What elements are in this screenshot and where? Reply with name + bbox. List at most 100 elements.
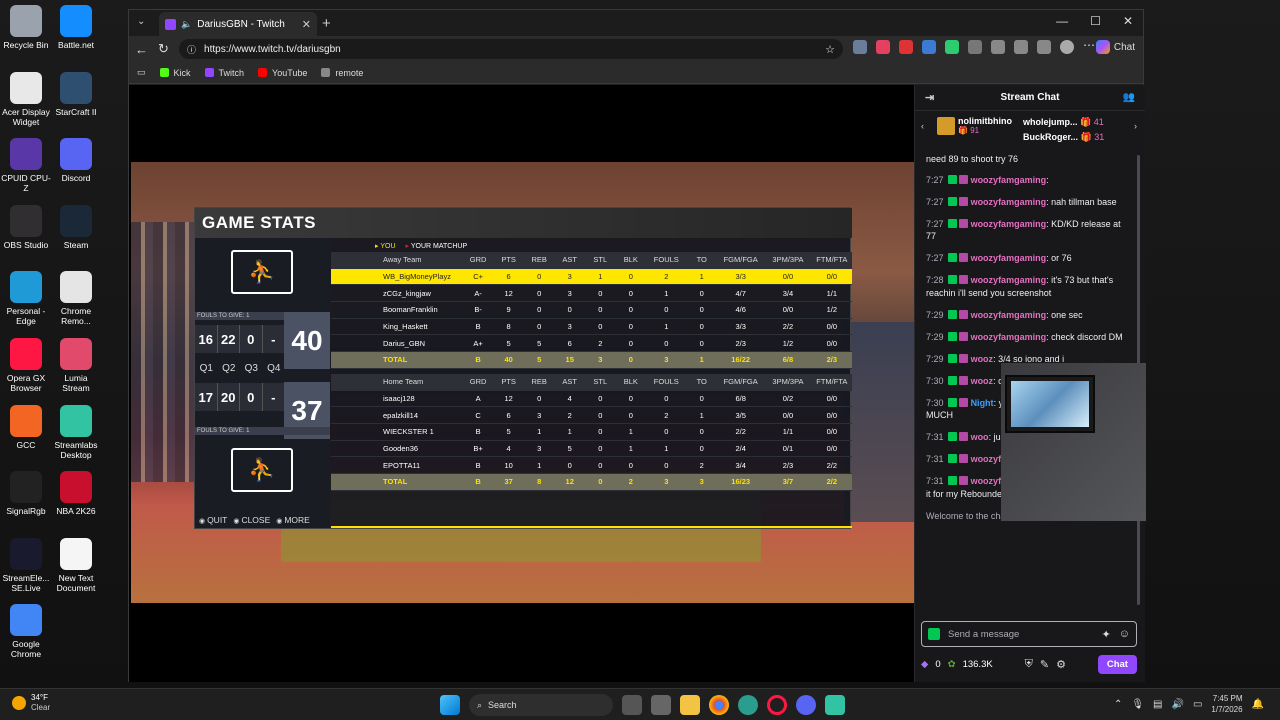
channel-points[interactable]: 136.3K — [963, 659, 993, 670]
network-icon[interactable]: ▤ — [1153, 699, 1162, 710]
taskbar-search[interactable]: ⌕ Search — [469, 694, 613, 716]
bookmark-remote[interactable]: remote — [321, 68, 363, 78]
pen-icon[interactable]: ✎ — [1040, 658, 1049, 671]
extension-icon[interactable] — [876, 40, 890, 54]
task-view-icon[interactable] — [622, 695, 642, 715]
more-button[interactable]: MORE — [276, 515, 310, 525]
extension-icon[interactable] — [945, 40, 959, 54]
desktop-icon[interactable]: Chrome Remo... — [50, 271, 102, 326]
channel-points-icon[interactable]: ✿ — [948, 659, 956, 670]
refresh-button[interactable]: ↻ — [158, 41, 169, 57]
desktop-icon[interactable]: CPUID CPU-Z — [0, 138, 52, 193]
chat-username[interactable]: woozyfamgaming — [971, 253, 1047, 263]
streamlabs-taskbar-icon[interactable] — [825, 695, 845, 715]
maximize-button[interactable]: ☐ — [1090, 14, 1101, 28]
start-button[interactable] — [440, 695, 460, 715]
table-row[interactable]: WIECKSTER 1 B 5 1 1 0 1 0 0 2/2 1/1 0/0 — [331, 424, 852, 441]
desktop-icon[interactable]: Battle.net — [50, 5, 102, 50]
table-row[interactable]: WB_BigMoneyPlayz C+ 6 0 3 1 0 2 1 3/3 0/0 0/0 — [331, 268, 852, 286]
extension-icon[interactable] — [922, 40, 936, 54]
bits-icon[interactable]: ✦ — [1102, 628, 1111, 641]
chat-send-button[interactable]: Chat — [1097, 654, 1137, 674]
favorites-icon[interactable] — [1014, 40, 1028, 54]
mic-icon[interactable]: 🎙 — [1131, 699, 1144, 710]
minimize-button[interactable]: — — [1056, 14, 1068, 28]
chat-input[interactable]: Send a message ✦ ☺ — [921, 621, 1137, 647]
favorite-star-icon[interactable]: ☆ — [825, 43, 835, 56]
desktop-icon[interactable]: Recycle Bin — [0, 5, 52, 50]
emote-icon[interactable]: ☺ — [1119, 628, 1130, 640]
collections-icon[interactable] — [1037, 40, 1051, 54]
chat-username[interactable]: wooz — [971, 376, 994, 386]
desktop-icon[interactable]: OBS Studio — [0, 204, 52, 250]
back-button[interactable]: ← — [135, 42, 148, 57]
chat-username[interactable]: woozyfamgaming — [971, 310, 1047, 320]
quit-button[interactable]: QUIT — [199, 515, 227, 525]
close-tab-icon[interactable]: ✕ — [302, 18, 311, 31]
discord-taskbar-icon[interactable] — [796, 695, 816, 715]
file-explorer-icon[interactable] — [680, 695, 700, 715]
chat-username[interactable]: woozyfamgaming — [971, 197, 1047, 207]
table-row[interactable]: Gooden36 B+ 4 3 5 0 1 1 0 2/4 0/1 0/0 — [331, 441, 852, 458]
desktop-icon[interactable]: Opera GX Browser — [0, 338, 52, 393]
weather-widget[interactable]: 34°F Clear — [12, 693, 50, 713]
extension-icon[interactable] — [853, 40, 867, 54]
profile-avatar[interactable] — [1060, 40, 1074, 54]
volume-icon[interactable]: 🔊 — [1172, 699, 1184, 710]
opera-taskbar-icon[interactable] — [767, 695, 787, 715]
table-row[interactable]: BoomanFranklin B- 9 0 0 0 0 0 0 4/6 0/0 1/2 — [331, 302, 852, 319]
desktop-icon[interactable]: GCC — [0, 404, 52, 450]
desktop-icon[interactable]: Streamlabs Desktop — [50, 404, 102, 460]
video-player[interactable]: GAME STATS ⛹ FOULS TO GIVE: 1 16 22 0 - … — [129, 85, 914, 682]
desktop-icon[interactable]: Discord — [50, 138, 102, 183]
desktop-icon[interactable]: New Text Document — [50, 537, 102, 593]
chat-username[interactable]: woozyfamgaming — [971, 219, 1047, 229]
table-row[interactable]: EPOTTA11 B 10 1 0 0 0 0 2 3/4 2/3 2/2 — [331, 457, 852, 474]
tray-chevron-icon[interactable]: ⌃ — [1114, 699, 1122, 710]
desktop-icon[interactable]: Steam — [50, 204, 102, 250]
chat-username[interactable]: woo — [971, 432, 989, 442]
extensions-icon[interactable] — [991, 40, 1005, 54]
desktop-icon[interactable]: Google Chrome — [0, 604, 52, 659]
close-button[interactable]: CLOSE — [233, 515, 270, 525]
desktop-icon[interactable]: Acer Display Widget — [0, 71, 52, 127]
new-tab-button[interactable]: + — [322, 15, 331, 32]
table-row[interactable]: zCGz_kingjaw A- 12 0 3 0 0 1 0 4/7 3/4 1/1 — [331, 285, 852, 303]
chevron-right-icon[interactable]: › — [1134, 121, 1137, 131]
community-icon[interactable]: 👥 — [1123, 92, 1135, 103]
table-row[interactable]: isaacj128 A 12 0 4 0 0 0 0 6/8 0/2 0/0 — [331, 391, 852, 408]
chat-username[interactable]: Night — [971, 398, 994, 408]
chat-username[interactable]: woozyfamgaming — [971, 275, 1047, 285]
tab-twitch[interactable]: 🔈 DariusGBN - Twitch ✕ — [159, 12, 317, 36]
chevron-left-icon[interactable]: ‹ — [921, 121, 924, 131]
clock[interactable]: 7:45 PM 1/7/2026 — [1211, 693, 1242, 715]
table-row[interactable]: epalzkill14 C 6 3 2 0 0 2 1 3/5 0/0 0/0 — [331, 407, 852, 424]
extension-icon[interactable] — [899, 40, 913, 54]
chat-username[interactable]: wooz — [971, 354, 994, 364]
desktop-icon[interactable]: NBA 2K26 — [50, 471, 102, 516]
shield-icon[interactable]: ⛨ — [1025, 658, 1033, 671]
badge-icon[interactable] — [928, 628, 940, 640]
speaker-icon[interactable]: 🔈 — [181, 19, 192, 30]
chrome-taskbar-icon[interactable] — [709, 695, 729, 715]
site-info-icon[interactable]: ⓘ — [187, 43, 196, 56]
gear-icon[interactable]: ⚙ — [1056, 658, 1066, 671]
desktop-icon[interactable]: Personal - Edge — [0, 271, 52, 326]
desktop-icon[interactable]: SignalRgb — [0, 471, 52, 516]
copilot-chat-button[interactable]: Chat — [1095, 40, 1135, 54]
table-row[interactable]: King_Haskett B 8 0 3 0 0 1 0 3/3 2/2 0/0 — [331, 319, 852, 336]
notifications-icon[interactable]: 🔔 — [1252, 699, 1264, 710]
chat-username[interactable]: woozyfamgaming — [971, 175, 1047, 185]
chat-username[interactable]: woozyfamgaming — [971, 332, 1047, 342]
refresh-ext-icon[interactable] — [968, 40, 982, 54]
collapse-chat-icon[interactable]: ⇥ — [925, 91, 934, 104]
desktop-icon[interactable]: StreamEle... SE.Live — [0, 537, 52, 593]
table-row[interactable]: Darius_GBN A+ 5 5 6 2 0 0 0 2/3 1/2 0/0 — [331, 335, 852, 353]
battery-icon[interactable]: ▭ — [1193, 699, 1202, 710]
bookmark-youtube[interactable]: YouTube — [258, 68, 307, 78]
bookmark-twitch[interactable]: Twitch — [204, 68, 244, 78]
edge-taskbar-icon[interactable] — [738, 695, 758, 715]
bookmarks-menu-icon[interactable]: ▭ — [137, 67, 146, 78]
bookmark-kick[interactable]: Kick — [159, 68, 191, 78]
tab-actions-icon[interactable]: ⌄ — [137, 16, 145, 27]
